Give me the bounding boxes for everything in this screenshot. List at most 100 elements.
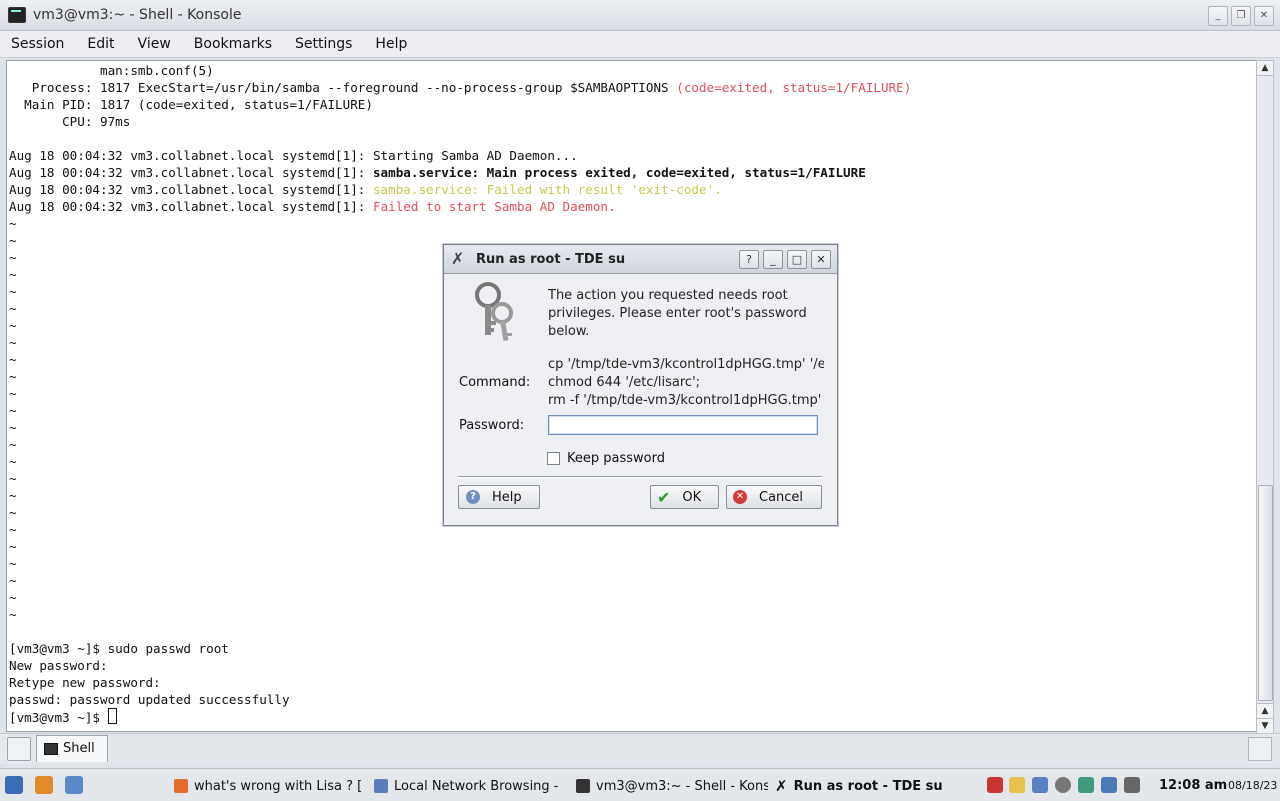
display-icon[interactable] (1032, 777, 1048, 793)
menu-view[interactable]: View (127, 36, 183, 52)
terminal-line: Aug 18 00:04:32 vm3.collabnet.local syst… (9, 165, 866, 180)
minimize-icon[interactable]: _ (1208, 6, 1228, 26)
checkbox-box[interactable] (547, 452, 560, 465)
vertical-scrollbar[interactable]: ▲ ▲ ▼ (1256, 60, 1274, 734)
whats-this-icon[interactable]: ? (739, 250, 759, 269)
terminal-line: Aug 18 00:04:32 vm3.collabnet.local syst… (9, 148, 578, 163)
task-firefox[interactable]: what's wrong with Lisa ? [ (174, 776, 364, 796)
minimize-icon[interactable]: _ (763, 250, 783, 269)
ok-button-label: OK (682, 489, 702, 505)
terminal-icon (576, 779, 590, 793)
menu-edit[interactable]: Edit (76, 36, 126, 52)
update-icon[interactable] (1055, 777, 1071, 793)
terminal-line: New password: (9, 658, 108, 673)
password-label: Password: (459, 418, 525, 433)
ok-button[interactable]: ✔ OK (650, 485, 719, 509)
cancel-button-label: Cancel (759, 489, 804, 505)
home-icon[interactable] (35, 776, 53, 794)
network-status-icon[interactable] (987, 777, 1003, 793)
terminal-line: ~ (9, 556, 17, 571)
command-line: rm -f '/tmp/tde-vm3/kcontrol1dpHGG.tmp' (548, 393, 822, 408)
keep-password-label: Keep password (567, 451, 665, 466)
window-titlebar[interactable]: vm3@vm3:~ - Shell - Konsole _ ❐ ✕ (0, 0, 1280, 31)
new-session-button[interactable] (7, 737, 31, 761)
command-line: cp '/tmp/tde-vm3/kcontrol1dpHGG.tmp' '/e… (548, 357, 824, 372)
keep-password-checkbox[interactable]: Keep password (547, 451, 665, 466)
menu-bookmarks[interactable]: Bookmarks (183, 36, 284, 52)
close-session-button[interactable] (1248, 737, 1272, 761)
session-tab-bar: Shell (0, 733, 1280, 764)
task-label: what's wrong with Lisa ? [ (194, 778, 363, 794)
tab-shell[interactable]: Shell (36, 735, 108, 762)
password-input[interactable] (548, 415, 818, 435)
screen-icon[interactable] (1101, 777, 1117, 793)
task-tde-su[interactable]: ✗ Run as root - TDE su (775, 776, 975, 796)
command-line: chmod 644 '/etc/lisarc'; (548, 375, 701, 390)
firefox-icon (174, 779, 188, 793)
close-icon[interactable]: ✕ (1254, 6, 1274, 26)
terminal-line: ~ (9, 573, 17, 588)
restore-icon[interactable]: ❐ (1231, 6, 1251, 26)
menu-session[interactable]: Session (0, 36, 76, 52)
task-label: Local Network Browsing - (394, 778, 559, 794)
tde-su-icon: ✗ (775, 777, 788, 795)
dialog-title: Run as root - TDE su (476, 252, 626, 267)
scroll-thumb[interactable] (1258, 485, 1273, 701)
cancel-button[interactable]: ✕ Cancel (726, 485, 822, 509)
terminal-line: ~ (9, 590, 17, 605)
terminal-line: man:smb.conf(5) (9, 63, 214, 78)
terminal-line: Aug 18 00:04:32 vm3.collabnet.local syst… (9, 182, 722, 197)
scroll-down-arrow-icon[interactable]: ▼ (1257, 718, 1273, 733)
taskbar: what's wrong with Lisa ? [ Local Network… (0, 768, 1280, 801)
keys-icon (475, 282, 513, 342)
task-label: vm3@vm3:~ - Shell - Kons (596, 778, 768, 794)
terminal-line: ~ (9, 539, 17, 554)
network-icon (374, 779, 388, 793)
command-text: cp '/tmp/tde-vm3/kcontrol1dpHGG.tmp' '/e… (548, 356, 824, 410)
tde-menu-icon[interactable] (5, 776, 23, 794)
x-app-icon: ✗ (451, 249, 465, 268)
menu-settings[interactable]: Settings (284, 36, 364, 52)
dialog-separator (458, 476, 822, 478)
terminal-line: ​ (9, 623, 1256, 640)
terminal-line: [vm3@vm3 ~]$ sudo passwd root (9, 641, 229, 656)
terminal-line: passwd: password updated successfully (9, 692, 290, 707)
terminal-line: Aug 18 00:04:32 vm3.collabnet.local syst… (9, 199, 616, 214)
date: 08/18/23 (1228, 779, 1278, 792)
network-browse-icon[interactable] (65, 776, 83, 794)
maximize-icon[interactable]: □ (787, 250, 807, 269)
help-button-label: Help (492, 489, 522, 505)
cancel-icon: ✕ (733, 490, 747, 504)
dialog-titlebar[interactable]: ✗ Run as root - TDE su ? _ □ ✕ (444, 245, 837, 274)
terminal-line: Main PID: 1817 (code=exited, status=1/FA… (9, 97, 373, 112)
tab-label: Shell (63, 741, 95, 756)
konsole-icon[interactable] (8, 7, 26, 23)
klipper-icon[interactable] (1009, 777, 1025, 793)
help-button[interactable]: ? Help (458, 485, 540, 509)
terminal-line: ​ (9, 130, 1256, 147)
window-title: vm3@vm3:~ - Shell - Konsole (33, 7, 242, 23)
checkmark-icon: ✔ (657, 487, 671, 507)
close-icon[interactable]: ✕ (811, 250, 831, 269)
terminal-cursor (107, 708, 117, 724)
scroll-down-arrow-icon[interactable]: ▲ (1257, 703, 1273, 718)
terminal-line: [vm3@vm3 ~]$ (9, 708, 1256, 726)
help-icon: ? (466, 490, 480, 504)
command-label: Command: (459, 375, 531, 390)
task-konsole[interactable]: vm3@vm3:~ - Shell - Kons (576, 776, 768, 796)
task-label: Run as root - TDE su (793, 778, 943, 794)
dialog-message: The action you requested needs root priv… (548, 288, 807, 339)
scroll-up-arrow-icon[interactable]: ▲ (1257, 61, 1273, 76)
menu-help[interactable]: Help (364, 36, 419, 52)
terminal-line: ~ (9, 216, 17, 231)
device-icon[interactable] (1124, 777, 1140, 793)
clock[interactable]: 12:08 am (1159, 778, 1227, 793)
monitor-icon[interactable] (1078, 777, 1094, 793)
terminal-line: Process: 1817 ExecStart=/usr/bin/samba -… (9, 80, 912, 95)
terminal-line: ~ (9, 607, 17, 622)
run-as-root-dialog: ✗ Run as root - TDE su ? _ □ ✕ The actio… (443, 244, 838, 526)
menu-bar: Session Edit View Bookmarks Settings Hel… (0, 31, 1280, 58)
task-network[interactable]: Local Network Browsing - (374, 776, 568, 796)
terminal-icon (44, 743, 58, 755)
terminal-line: CPU: 97ms (9, 114, 131, 129)
